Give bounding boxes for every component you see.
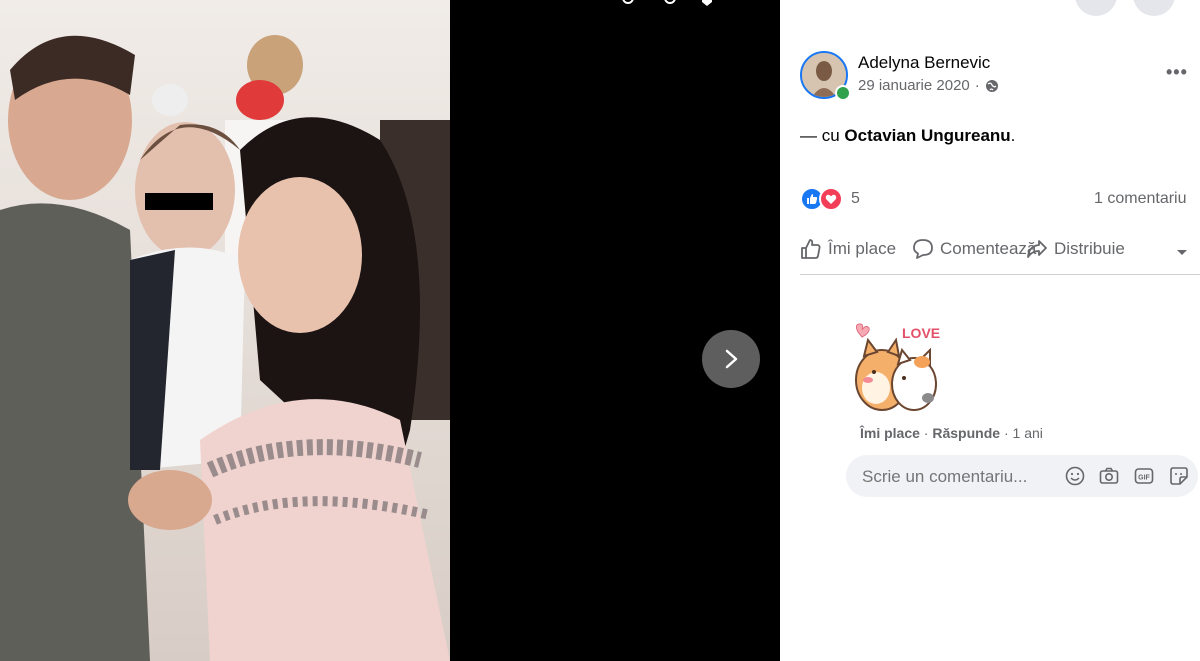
next-photo-button[interactable] xyxy=(702,330,760,388)
post-actions-bar: Îmi place Comentează Distribuie xyxy=(800,232,1200,275)
comment-composer: GIF xyxy=(846,455,1198,499)
love-reaction-icon xyxy=(819,187,843,211)
more-options-icon[interactable]: ••• xyxy=(1166,62,1188,83)
thumbs-up-icon xyxy=(801,239,821,259)
zoom-out-icon[interactable] xyxy=(664,0,678,6)
comment-time[interactable]: 1 ani xyxy=(1013,425,1043,441)
comment-meta-separator: · xyxy=(919,425,933,441)
globe-icon xyxy=(985,79,998,92)
gif-icon[interactable]: GIF xyxy=(1133,465,1155,487)
zoom-in-icon[interactable] xyxy=(622,0,636,6)
love-cats-sticker: LOVE xyxy=(844,318,948,420)
photo-viewer xyxy=(0,0,780,661)
reactions-summary[interactable]: 5 xyxy=(800,187,860,211)
reaction-count: 5 xyxy=(851,190,860,207)
messenger-button[interactable] xyxy=(1075,0,1117,16)
audience-dropdown-icon[interactable] xyxy=(1176,246,1188,258)
share-label: Distribuie xyxy=(1054,239,1125,258)
camera-icon[interactable] xyxy=(1098,465,1120,487)
like-label: Îmi place xyxy=(828,239,897,258)
comment-icon xyxy=(913,239,933,259)
comment-label: Comentează xyxy=(940,239,1037,258)
post-author[interactable]: Adelyna Bernevic xyxy=(858,53,990,73)
like-button[interactable]: Îmi place xyxy=(800,238,896,260)
chevron-right-icon xyxy=(725,349,738,369)
comment-meta-separator-2: · xyxy=(1000,425,1013,441)
caption-suffix: . xyxy=(1010,126,1016,145)
comment-input[interactable] xyxy=(860,455,1064,499)
comment-reply-link[interactable]: Răspunde xyxy=(932,425,1000,441)
caption-prefix: — cu xyxy=(800,126,845,145)
tag-icon[interactable] xyxy=(700,0,714,6)
notifications-button[interactable] xyxy=(1133,0,1175,16)
tagged-person-link[interactable]: Octavian Ungureanu xyxy=(844,126,1010,145)
share-icon xyxy=(1027,240,1047,258)
comment-like-link[interactable]: Îmi place xyxy=(860,425,920,441)
online-status-dot xyxy=(835,85,851,101)
comment-count[interactable]: 1 comentariu xyxy=(1094,190,1187,208)
comment-button[interactable]: Comentează xyxy=(912,238,1036,260)
share-button[interactable]: Distribuie xyxy=(1026,238,1125,260)
post-meta: 29 ianuarie 2020 · xyxy=(858,77,999,94)
svg-text:GIF: GIF xyxy=(1138,475,1150,482)
sticker-love-text: LOVE xyxy=(902,325,940,341)
sticker-icon[interactable] xyxy=(1168,465,1190,487)
fullscreen-icon[interactable] xyxy=(738,0,752,6)
meta-separator: · xyxy=(974,77,980,94)
emoji-icon[interactable] xyxy=(1064,465,1086,487)
post-sidebar: Adelyna Bernevic 29 ianuarie 2020 · ••• … xyxy=(780,0,1200,661)
post-photo xyxy=(0,0,450,661)
post-date[interactable]: 29 ianuarie 2020 xyxy=(858,77,970,94)
post-caption: — cu Octavian Ungureanu. xyxy=(800,126,1015,146)
comment-meta: Îmi place · Răspunde · 1 ani xyxy=(860,425,1043,441)
